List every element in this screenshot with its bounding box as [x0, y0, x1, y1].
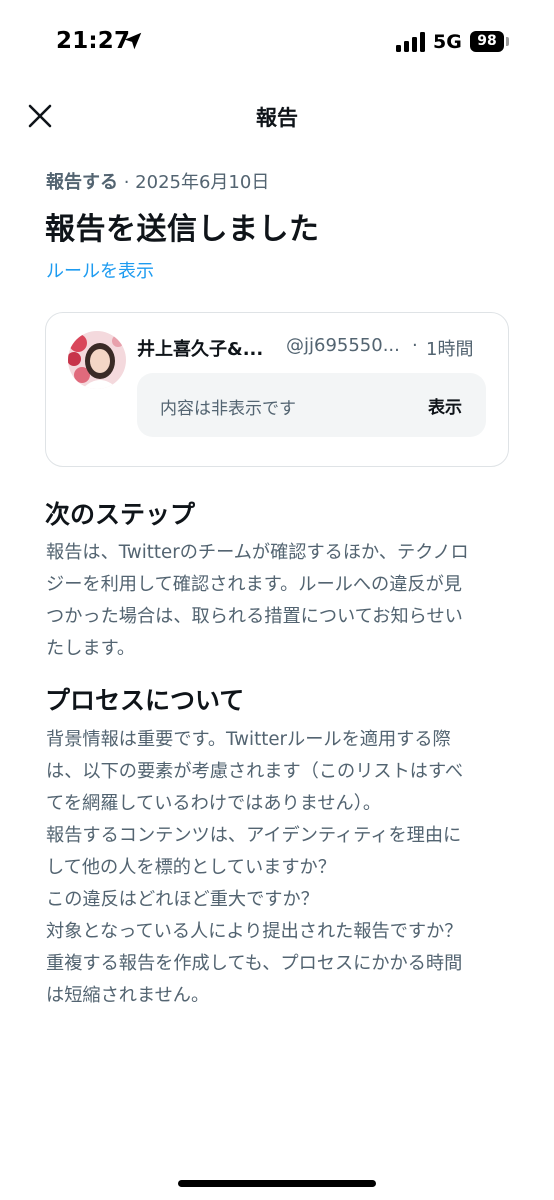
report-date: 2025年6月10日: [135, 172, 270, 193]
tweet-meta-separator: ·: [412, 335, 418, 356]
battery-cap: [506, 37, 509, 46]
report-confirmation-screen: 21:27 5G 98 報告 報告する · 2025年6月10日 報告を送信しま…: [0, 0, 554, 1200]
view-rules-link[interactable]: ルールを表示: [46, 257, 154, 283]
avatar: [68, 331, 126, 389]
header: 報告: [0, 84, 554, 146]
page-title: 報告: [256, 106, 298, 130]
next-steps-line: つかった場合は、取られる措置についてお知らせい: [46, 606, 463, 627]
process-line: てを網羅しているわけではありません）。: [46, 793, 382, 814]
process-line: は、以下の要素が考慮されます（このリストはすべ: [46, 761, 464, 782]
report-sent-title: 報告を送信しました: [45, 212, 320, 247]
tweet-author-handle: @jj695550...: [286, 335, 400, 356]
process-line: 重複する報告を作成しても、プロセスにかかる時間: [46, 953, 463, 974]
home-indicator[interactable]: [178, 1180, 376, 1187]
next-steps-body: 報告は、Twitterのチームが確認するほか、テクノロ ジーを利用して確認されま…: [46, 537, 506, 665]
next-steps-line: ジーを利用して確認されます。ルールへの違反が見: [46, 574, 462, 595]
process-line: は短縮されません。: [46, 985, 210, 1006]
next-steps-line: 報告は、Twitterのチームが確認するほか、テクノロ: [46, 542, 469, 563]
reported-tweet-card[interactable]: 井上喜久子&... @jj695550... · 1時間 内容は非表示です 表示: [45, 312, 509, 467]
hidden-content-box: 内容は非表示です 表示: [137, 373, 486, 437]
process-line: 報告するコンテンツは、アイデンティティを理由に: [46, 825, 462, 846]
status-time: 21:27: [56, 28, 131, 54]
cellular-signal-icon: [396, 32, 425, 52]
report-meta: 報告する · 2025年6月10日: [46, 168, 269, 194]
hidden-content-text: 内容は非表示です: [160, 399, 296, 419]
network-type: 5G: [433, 31, 462, 53]
tweet-timestamp: 1時間: [426, 339, 474, 360]
battery-icon: 98: [470, 31, 504, 52]
process-body: 背景情報は重要です。Twitterルールを適用する際 は、以下の要素が考慮されま…: [46, 724, 506, 1012]
process-line: 背景情報は重要です。Twitterルールを適用する際: [46, 729, 451, 750]
status-bar: 21:27 5G 98: [0, 0, 554, 84]
next-steps-line: たします。: [46, 638, 136, 659]
process-line: この違反はどれほど重大ですか？: [46, 889, 319, 910]
process-heading: プロセスについて: [45, 686, 245, 715]
location-arrow-icon: [124, 32, 142, 50]
report-meta-separator: ·: [118, 172, 136, 193]
process-line: 対象となっている人により提出された報告ですか？: [46, 921, 463, 942]
show-content-button[interactable]: 表示: [428, 393, 462, 418]
report-meta-label: 報告する: [46, 172, 118, 193]
process-line: して他の人を標的としていますか？: [46, 857, 336, 878]
tweet-author-name[interactable]: 井上喜久子&...: [137, 335, 279, 361]
next-steps-heading: 次のステップ: [45, 500, 196, 529]
